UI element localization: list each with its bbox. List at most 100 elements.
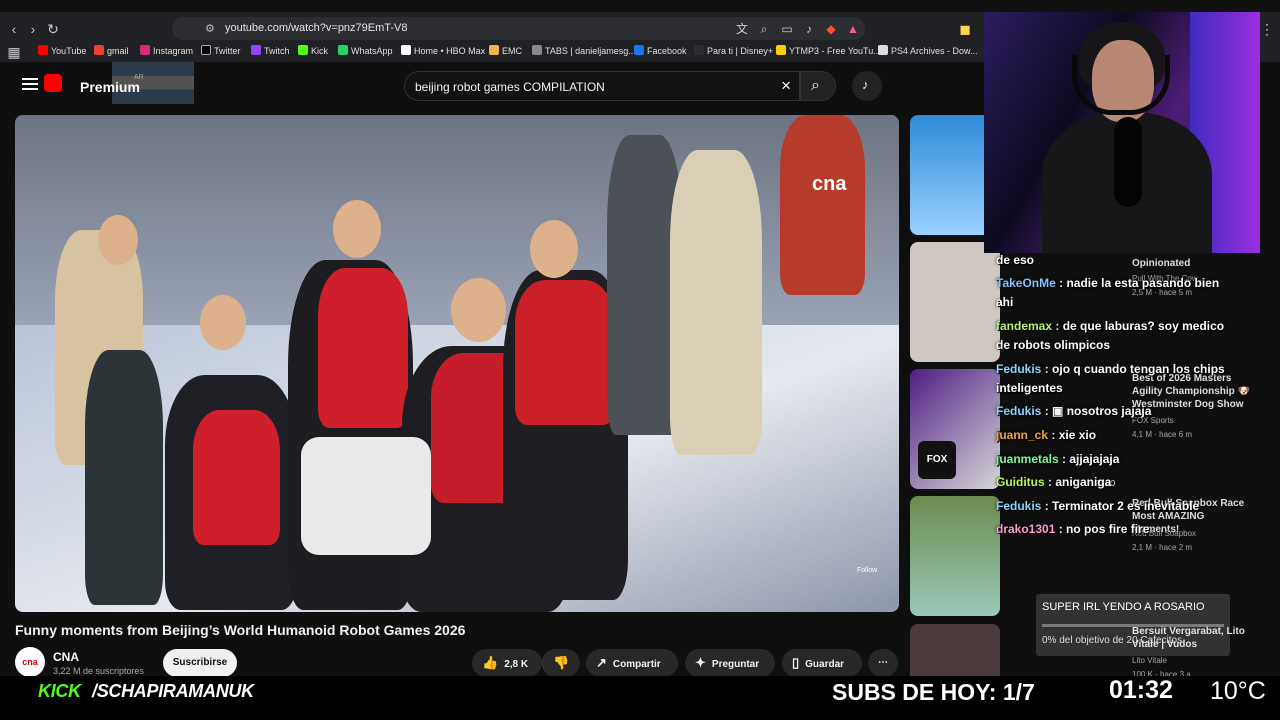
apps-icon[interactable]: ▦: [5, 43, 23, 61]
chat-user: juann_ck: [996, 428, 1049, 442]
translate-icon[interactable]: 文: [734, 21, 750, 37]
clear-search-icon[interactable]: ×: [781, 76, 791, 96]
chat-text: aniganiga: [1055, 475, 1112, 489]
ask-button[interactable]: ✦ Preguntar: [685, 649, 775, 677]
video-title: Funny moments from Beijing’s World Human…: [15, 622, 466, 638]
bookmark-twitch[interactable]: Twitch: [251, 45, 290, 56]
goal-progress-text: 0% del objetivo de 20 Cafecitos: [1042, 635, 1183, 646]
chat-message: de eso: [996, 251, 1236, 270]
bookmark-youtube[interactable]: YouTube: [38, 45, 86, 56]
chat-text: Terminator 2 es inevitable: [1052, 499, 1200, 513]
bookmark-instagram[interactable]: Instagram: [140, 45, 193, 56]
more-icon[interactable]: ⋮: [1258, 20, 1276, 38]
donation-goal: SUPER IRL YENDO A ROSARIO 0% del objetiv…: [1036, 594, 1230, 656]
back-icon[interactable]: ‹: [5, 20, 23, 38]
save-label: Guardar: [805, 659, 845, 670]
bookmark-kick[interactable]: Kick: [298, 45, 328, 56]
chat-user: Fedukis: [996, 404, 1042, 418]
bookmark-ps4[interactable]: PS4 Archives - Dow...: [878, 45, 978, 56]
bookmark-label: Twitter: [214, 46, 241, 56]
related-video-thumbnail[interactable]: [910, 496, 1000, 616]
top-strip: [0, 0, 1280, 12]
stream-bottom-bar: KICK /SCHAPIRAMANUK SUBS DE HOY: 1/7 01:…: [0, 676, 1280, 720]
bookmark-label: WhatsApp: [351, 46, 393, 56]
bookmark-twitter[interactable]: Twitter: [201, 45, 241, 56]
brave-icon[interactable]: ◆: [823, 21, 839, 37]
person: [193, 410, 280, 545]
bookmark-ytmp3[interactable]: YTMP3 - Free YouTu...: [776, 45, 881, 56]
music-icon[interactable]: ♪: [801, 21, 817, 37]
dislike-button[interactable]: 👎: [542, 649, 580, 677]
chat-message: Fedukis : ojo q cuando tengan los chips …: [996, 362, 1225, 395]
chat-user: Fedukis: [996, 362, 1042, 376]
person: [515, 280, 615, 425]
channel-avatar[interactable]: cna: [15, 647, 45, 677]
address-bar[interactable]: ⚙ youtube.com/watch?v=pnz79EmT-V8 文 ⌕ ▭ …: [172, 17, 865, 40]
related-video-thumbnail[interactable]: FOX: [910, 369, 1000, 489]
channel-name[interactable]: CNA: [53, 650, 79, 664]
save-button[interactable]: ▯ Guardar: [782, 649, 862, 677]
related-video-thumbnail[interactable]: [910, 242, 1000, 362]
goal-progress-bar: [1042, 624, 1224, 627]
bookmark-gmail[interactable]: gmail: [94, 45, 129, 56]
search-button[interactable]: ⌕: [800, 71, 836, 101]
extension-icon[interactable]: ◼: [956, 20, 974, 38]
head: [530, 220, 578, 278]
bookmark-label: Kick: [311, 46, 329, 56]
bookmark-hbo[interactable]: Home • HBO Max: [401, 45, 485, 56]
like-button[interactable]: 👍 2,8 K: [472, 649, 542, 677]
country-code: AR: [134, 74, 144, 81]
more-actions-button[interactable]: ⋯: [868, 649, 898, 677]
chat-user: drako1301: [996, 522, 1056, 536]
cna-watermark: cna: [812, 173, 847, 195]
chat-message: fandemax : de que laburas? soy medico de…: [996, 319, 1225, 352]
cast-icon[interactable]: ▭: [779, 21, 795, 37]
fox-sports-icon: FOX: [918, 441, 956, 479]
forward-icon[interactable]: ›: [24, 20, 42, 38]
reload-icon[interactable]: ↻: [44, 20, 62, 38]
chat-message: Guiditus : aniganiga: [996, 475, 1112, 489]
bookmark-label: gmail: [107, 46, 129, 56]
related-video-channel: Lito Vitale: [1132, 656, 1167, 665]
warning-icon[interactable]: ▲: [845, 21, 861, 37]
youtube-premium-label[interactable]: Premium: [80, 79, 140, 95]
chat-user: fandemax: [996, 319, 1053, 333]
bookmark-label: Home • HBO Max: [414, 46, 486, 56]
chat-text: ajjajajaja: [1069, 452, 1120, 466]
share-button[interactable]: ↗ Compartir: [586, 649, 678, 677]
search-query[interactable]: beijing robot games COMPILATION: [415, 80, 605, 94]
bookmark-label: EMC: [502, 46, 522, 56]
chat-text: de eso: [996, 253, 1035, 267]
bookmark-label: Para ti | Disney+: [707, 46, 774, 56]
bookmark-tabs[interactable]: TABS | danieljamesg...: [532, 45, 636, 56]
bookmark-whatsapp[interactable]: WhatsApp: [338, 45, 393, 56]
url-text[interactable]: youtube.com/watch?v=pnz79EmT-V8: [225, 22, 408, 34]
person: [318, 268, 408, 428]
screen: ‹ › ↻ ▯ ⚙ youtube.com/watch?v=pnz79EmT-V…: [0, 0, 1280, 720]
bookmark-disney[interactable]: Para ti | Disney+: [694, 45, 773, 56]
site-info-icon[interactable]: ⚙: [205, 22, 215, 35]
youtube-page: Premium AR beijing robot games COMPILATI…: [0, 62, 1250, 688]
search-icon: ⌕: [811, 77, 820, 94]
video-player[interactable]: cna Follow: [15, 115, 899, 612]
like-count: 2,8 K: [504, 659, 529, 670]
bookmark-label: YTMP3 - Free YouTu...: [789, 46, 881, 56]
zoom-icon[interactable]: ⌕: [756, 21, 772, 37]
chat-user: Fedukis: [996, 499, 1042, 513]
microphone-button[interactable]: ♪: [852, 71, 882, 101]
person: [85, 350, 163, 605]
bookmark-facebook[interactable]: Facebook: [634, 45, 687, 56]
stream-chat: de eso TakeOnMe : nadie la esta pasando …: [996, 253, 1236, 546]
search-input[interactable]: beijing robot games COMPILATION ×: [404, 71, 800, 101]
chat-message: TakeOnMe : nadie la esta pasando bien ah…: [996, 276, 1220, 309]
share-icon: ↗: [596, 655, 607, 670]
subscribe-button[interactable]: Suscribirse: [163, 649, 237, 677]
bookmark-emc[interactable]: EMC: [489, 45, 522, 56]
menu-icon[interactable]: [22, 78, 38, 90]
chat-message: Fedukis : Terminator 2 es inevitable: [996, 499, 1200, 513]
chat-message: drako1301 : no pos fire fire: [996, 522, 1150, 536]
youtube-logo-icon[interactable]: [44, 74, 62, 92]
bookmark-label: Twitch: [264, 46, 290, 56]
microphone-icon: ♪: [862, 77, 869, 92]
microphone-icon: [1114, 117, 1142, 207]
